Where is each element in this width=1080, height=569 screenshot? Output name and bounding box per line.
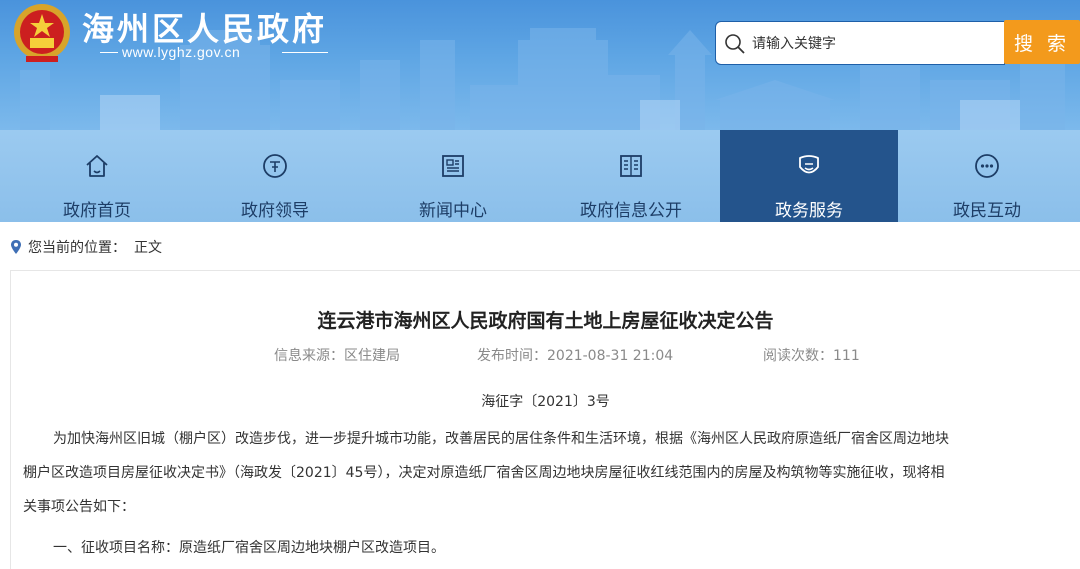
paragraph-line: 为加快海州区旧城（棚户区）改造步伐，进一步提升城市功能，改善居民的居住条件和生活… [53,431,949,447]
location-pin-icon [11,240,21,254]
leader-badge-icon [263,154,287,178]
national-emblem-logo [14,4,70,62]
service-shield-icon [799,155,819,174]
breadcrumb-current[interactable]: 正文 [134,240,162,256]
document-list-icon [620,155,642,177]
article-title: 连云港市海州区人民政府国有土地上房屋征收决定公告 [317,310,774,332]
nav-label: 政务服务 [775,201,843,221]
search-button[interactable]: 搜 索 [1004,20,1080,64]
home-icon [86,155,108,177]
paragraph-line: 棚户区改造项目房屋征收决定书》（海政发〔2021〕45号），决定对原造纸厂宿舍区… [23,465,945,481]
nav-label: 新闻中心 [419,201,487,221]
nav-item-leaders[interactable]: 政府领导 [186,130,364,222]
document-number: 海征字〔2021〕3号 [481,394,610,410]
breadcrumb-prefix: 您当前的位置： [28,240,126,256]
article-publish-time: 发布时间：2021-08-31 21:04 [477,348,674,364]
search-icon [725,34,745,54]
site-url: www.lyghz.gov.cn [122,44,241,60]
nav-item-home[interactable]: 政府首页 [8,130,186,222]
nav-label: 政府领导 [241,201,309,221]
paragraph-line: 一、征收项目名称：原造纸厂宿舍区周边地块棚户区改造项目。 [53,540,445,556]
main-nav: 政府首页 政府领导 新闻中心 政府信息公开 政务服务 政民互动 [0,130,1080,222]
article-views: 阅读次数：111 [763,348,860,364]
nav-label: 政民互动 [953,201,1021,221]
search-box [715,21,1005,65]
nav-item-info-disclosure[interactable]: 政府信息公开 [542,130,720,222]
site-header: 海州区人民政府 www.lyghz.gov.cn 搜 索 [0,0,1080,130]
search-input[interactable] [752,31,992,57]
url-divider-left [100,52,118,53]
nav-label: 政府信息公开 [580,201,682,221]
nav-label: 政府首页 [63,201,131,221]
nav-item-interaction[interactable]: 政民互动 [898,130,1076,222]
newspaper-icon [442,155,464,177]
nav-item-news[interactable]: 新闻中心 [364,130,542,222]
article-source: 信息来源：区住建局 [274,348,400,364]
chat-dots-icon [975,154,999,178]
url-divider-right [282,52,328,53]
breadcrumb: 您当前的位置： 正文 [10,237,162,257]
article-panel: 连云港市海州区人民政府国有土地上房屋征收决定公告 信息来源：区住建局 发布时间：… [10,270,1080,569]
paragraph-line: 关事项公告如下： [23,499,135,515]
nav-item-gov-service[interactable]: 政务服务 [720,130,898,222]
